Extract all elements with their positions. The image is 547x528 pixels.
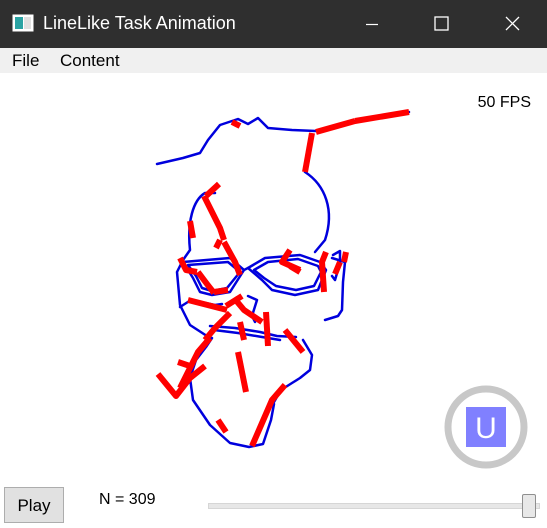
- highlight-segment: [302, 132, 315, 173]
- play-button[interactable]: Play: [4, 487, 64, 523]
- minimize-button[interactable]: [337, 0, 407, 48]
- highlight-segment: [249, 383, 288, 448]
- highlight-segment: [319, 250, 329, 293]
- menu-file[interactable]: File: [12, 51, 39, 71]
- highlight-segment: [187, 220, 196, 239]
- highlight-segment: [215, 418, 229, 434]
- glasses-bridge: [242, 266, 250, 272]
- highlight-segment: [213, 287, 229, 295]
- n-count-label: N = 309: [99, 491, 156, 508]
- highlight-segment: [282, 328, 306, 354]
- n-slider[interactable]: [207, 494, 540, 518]
- highlight-segment: [235, 351, 249, 393]
- portrait-outline: [155, 110, 411, 449]
- maximize-icon: [434, 16, 449, 31]
- close-icon: [505, 16, 520, 31]
- head-outline: [303, 170, 331, 254]
- highlight-segment: [315, 118, 356, 135]
- highlight-segment: [201, 194, 227, 241]
- u-logo-icon: U: [444, 385, 528, 469]
- slider-track: [208, 503, 540, 509]
- menu-content[interactable]: Content: [60, 51, 120, 71]
- highlight-segment: [237, 321, 247, 341]
- highlight-segment: [213, 238, 223, 250]
- u-logo-letter: U: [475, 412, 497, 445]
- menu-bar: File Content: [0, 48, 547, 73]
- portrait-highlights: [155, 109, 410, 448]
- maximize-button[interactable]: [407, 0, 477, 48]
- highlight-segment: [341, 251, 349, 263]
- app-icon: [12, 14, 34, 32]
- window-title: LineLike Task Animation: [43, 13, 236, 33]
- slider-thumb[interactable]: [522, 494, 536, 518]
- fps-counter: 50 FPS: [478, 94, 531, 111]
- highlight-segment: [332, 260, 343, 276]
- minimize-icon: [366, 23, 378, 26]
- highlight-segment: [263, 311, 271, 347]
- highlight-segment: [177, 359, 191, 369]
- highlight-segment: [230, 119, 242, 129]
- highlight-segment: [354, 109, 410, 124]
- close-button[interactable]: [477, 0, 547, 48]
- title-bar: LineLike Task Animation: [0, 0, 547, 48]
